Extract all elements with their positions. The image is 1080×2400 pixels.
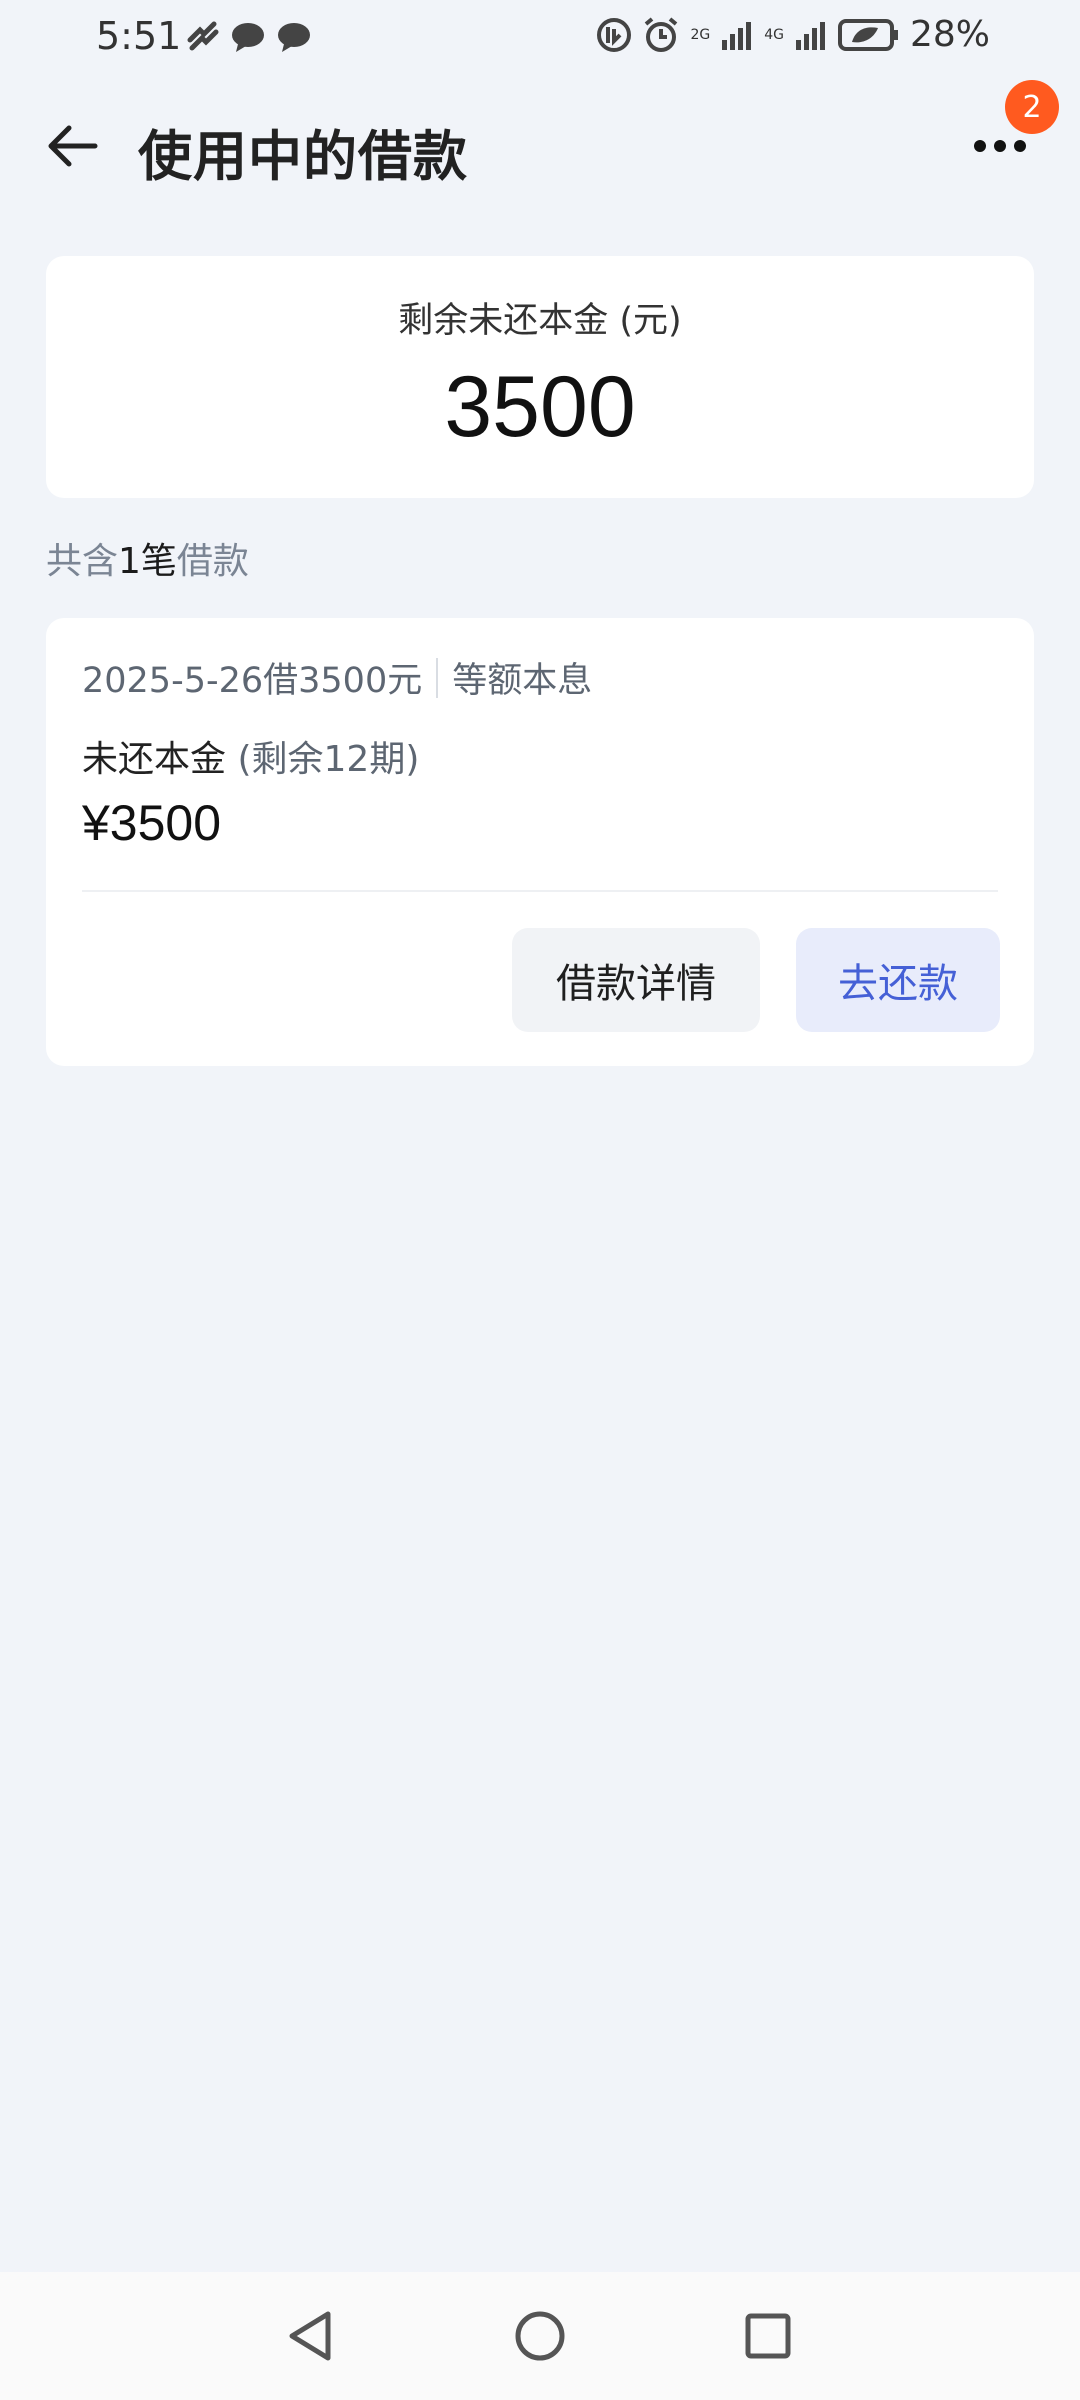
outstanding-principal-amount: ¥3500 — [82, 795, 222, 851]
health-app-icon — [187, 21, 219, 51]
card-divider — [82, 890, 998, 892]
square-recent-icon — [745, 2313, 791, 2359]
hd-icon — [597, 17, 632, 52]
principal-label-text: 未还本金 — [82, 739, 227, 780]
notification-icons — [186, 20, 312, 54]
dot-icon — [994, 140, 1006, 152]
loan-count-prefix: 共含 — [46, 541, 119, 582]
nav-home-button[interactable] — [508, 2304, 572, 2368]
divider — [436, 657, 439, 698]
status-right: 2G 4G 28% — [596, 14, 990, 55]
summary-card: 剩余未还本金 (元) 3500 — [46, 256, 1034, 498]
battery-percent: 28% — [909, 14, 990, 55]
battery-icon — [837, 18, 898, 51]
message-icon-2 — [278, 23, 310, 52]
message-icon — [232, 23, 264, 52]
remaining-principal-amount: 3500 — [444, 359, 636, 455]
loan-date-amount: 2025-5-26借3500元 — [82, 661, 423, 701]
outstanding-principal-label: 未还本金 (剩余12期) — [82, 730, 419, 782]
nav-back-button[interactable] — [278, 2304, 342, 2368]
signal-icon-2 — [795, 21, 825, 50]
notification-badge: 2 — [1005, 80, 1059, 134]
loan-details-button[interactable]: 借款详情 — [512, 928, 760, 1032]
network-2g-label: 2G — [690, 26, 711, 43]
loan-count-number: 1笔 — [118, 541, 177, 582]
app-header: 使用中的借款 — [0, 96, 1080, 196]
triangle-back-icon — [289, 2311, 331, 2361]
network-4g-label: 4G — [764, 26, 784, 43]
loan-meta: 2025-5-26借3500元 等额本息 — [82, 652, 592, 703]
status-bar: 5:51 2G 4G 28% — [0, 0, 1080, 80]
alarm-icon — [645, 16, 678, 52]
dot-icon — [974, 140, 986, 152]
remaining-periods: (剩余12期) — [226, 739, 420, 780]
repay-button[interactable]: 去还款 — [796, 928, 1000, 1032]
status-time: 5:51 — [96, 14, 182, 58]
signal-icon — [722, 21, 752, 50]
repayment-type: 等额本息 — [452, 661, 593, 701]
arrow-left-icon — [48, 125, 98, 167]
nav-recent-button[interactable] — [736, 2304, 800, 2368]
back-button[interactable] — [38, 114, 108, 178]
page-title: 使用中的借款 — [138, 125, 468, 188]
dot-icon — [1014, 140, 1026, 152]
system-nav-bar — [0, 2272, 1080, 2400]
circle-home-icon — [515, 2311, 565, 2361]
remaining-principal-label: 剩余未还本金 (元) — [398, 301, 682, 341]
loan-card: 2025-5-26借3500元 等额本息 未还本金 (剩余12期) ¥3500 … — [46, 618, 1034, 1066]
loan-count-suffix: 借款 — [176, 541, 249, 582]
loan-count: 共含1笔借款 — [46, 532, 249, 584]
